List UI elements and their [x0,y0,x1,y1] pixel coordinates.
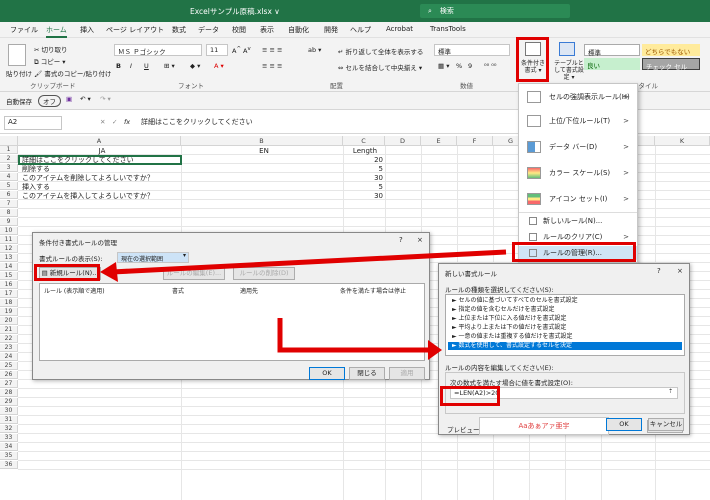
arrow-head-left [100,262,118,282]
arrow-line-left [111,249,507,275]
annotation-arrows [100,249,507,360]
arrow-line-right [277,318,432,353]
arrow-head-right [428,340,442,360]
